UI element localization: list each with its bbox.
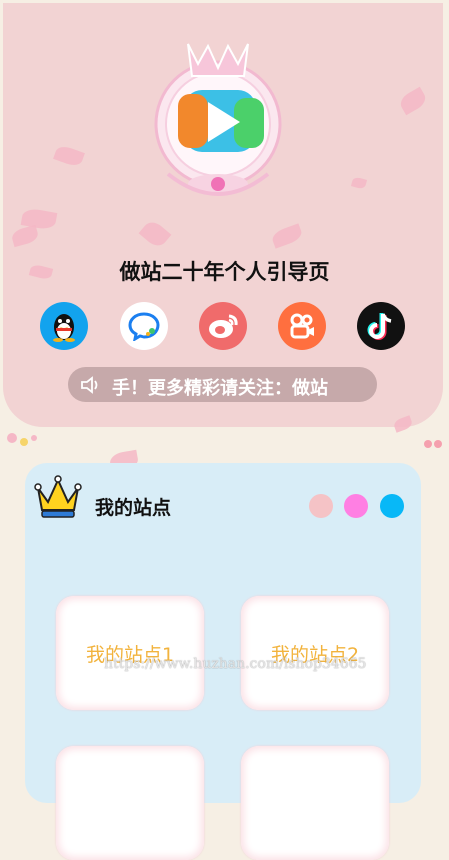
- theme-dot-blue[interactable]: [380, 494, 404, 518]
- chat-button[interactable]: [120, 302, 168, 350]
- video-player-logo-icon: [154, 43, 282, 196]
- kuaishou-camera-icon: [290, 313, 314, 339]
- site-button-1[interactable]: 我的站点1: [56, 596, 204, 710]
- flower-decoration: [4, 428, 44, 452]
- qq-penguin-icon: [53, 314, 75, 342]
- theme-dot-magenta[interactable]: [344, 494, 368, 518]
- site-button-4[interactable]: [241, 746, 389, 860]
- theme-dot-pink[interactable]: [309, 494, 333, 518]
- logo-badge: [148, 24, 288, 214]
- tiktok-button[interactable]: [357, 302, 405, 350]
- weibo-icon: [209, 314, 238, 338]
- notice-marquee: 手！更多精彩请关注：做站: [68, 367, 377, 402]
- chat-bubble-icon: [128, 312, 160, 341]
- sites-title: 我的站点: [95, 497, 172, 519]
- tiktok-note-icon: [367, 313, 392, 340]
- flower-decoration: [420, 436, 446, 452]
- watermark-text: https://www.huzhan.com/ishop34665: [104, 656, 367, 672]
- site-button-2[interactable]: 我的站点2: [241, 596, 389, 710]
- site-button-3[interactable]: [56, 746, 204, 860]
- weibo-button[interactable]: [199, 302, 247, 350]
- notice-text: 手！更多精彩请关注：做站: [112, 378, 328, 399]
- speaker-icon: [81, 376, 98, 394]
- crown-icon: [34, 475, 82, 518]
- page-title: 做站二十年个人引导页: [119, 260, 330, 284]
- qq-button[interactable]: [40, 302, 88, 350]
- kuaishou-button[interactable]: [278, 302, 326, 350]
